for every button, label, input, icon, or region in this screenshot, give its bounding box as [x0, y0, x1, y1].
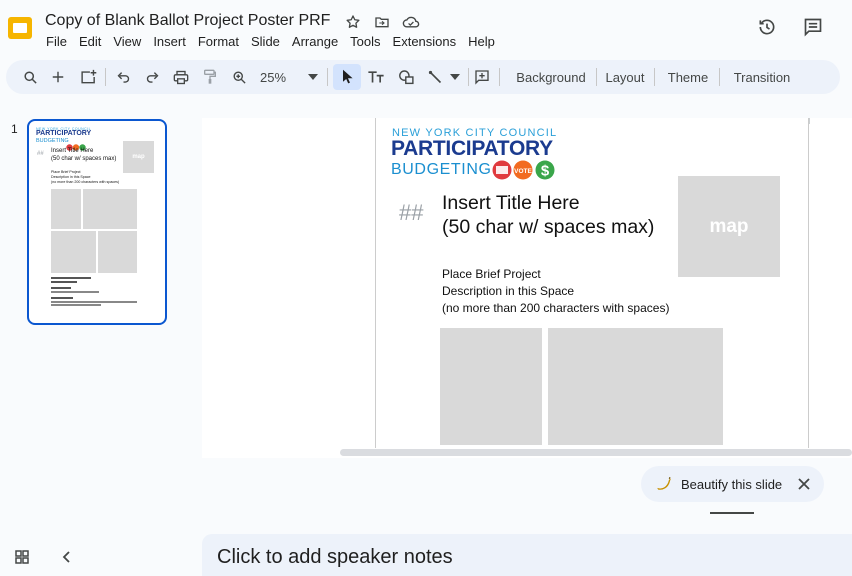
thumb-text-line — [51, 287, 71, 289]
zoom-icon[interactable] — [229, 66, 249, 88]
image-placeholder-2[interactable] — [548, 328, 723, 445]
layout-button[interactable]: Layout — [603, 66, 647, 88]
menu-tools[interactable]: Tools — [344, 34, 386, 50]
menu-extensions[interactable]: Extensions — [387, 34, 463, 50]
menu-arrange[interactable]: Arrange — [286, 34, 344, 50]
thumb-text-line — [51, 281, 77, 283]
transition-button[interactable]: Transition — [730, 66, 794, 88]
slide-number: 1 — [11, 122, 18, 136]
toolbar: 25% Background Layout Theme Transition — [6, 60, 840, 94]
thumb-participatory: PARTICIPATORY — [36, 130, 92, 137]
map-placeholder[interactable]: map — [678, 176, 780, 277]
dollar-badge-text: $ — [541, 163, 550, 180]
thumb-image-4 — [98, 231, 137, 273]
new-slide-icon[interactable] — [48, 66, 68, 88]
menu-view[interactable]: View — [107, 34, 147, 50]
paint-format-icon[interactable] — [200, 66, 220, 88]
budgeting-heading: BUDGETING — [391, 161, 492, 178]
version-history-icon[interactable] — [756, 16, 778, 38]
thumb-map-box: map — [123, 141, 154, 173]
beautify-slide-chip[interactable]: Beautify this slide — [641, 466, 824, 502]
project-title-placeholder[interactable]: Insert Title Here (50 char w/ spaces max… — [442, 191, 654, 239]
menu-help[interactable]: Help — [462, 34, 501, 50]
thumb-badges — [66, 138, 86, 151]
menu-file[interactable]: File — [40, 34, 73, 50]
horizontal-scrollbar[interactable] — [340, 449, 852, 456]
cloud-saved-icon[interactable] — [402, 13, 420, 31]
undo-icon[interactable] — [113, 66, 133, 88]
background-button[interactable]: Background — [512, 66, 590, 88]
menu-bar: File Edit View Insert Format Slide Arran… — [40, 34, 501, 50]
thumb-image-1 — [51, 189, 81, 229]
theme-button[interactable]: Theme — [665, 66, 711, 88]
zoom-level[interactable]: 25% — [260, 66, 290, 88]
slide-thumbnail[interactable]: NEW YORK CITY COUNCIL PARTICIPATORY BUDG… — [27, 119, 167, 325]
google-slides-logo[interactable] — [6, 14, 34, 42]
panel-resize-handle[interactable] — [710, 512, 754, 514]
line-dropdown-icon[interactable] — [449, 66, 461, 88]
thumb-text-line — [51, 291, 99, 293]
print-icon[interactable] — [171, 66, 191, 88]
redo-icon[interactable] — [142, 66, 162, 88]
document-title[interactable]: Copy of Blank Ballot Project Poster PRF — [45, 12, 330, 30]
line-icon[interactable] — [425, 66, 445, 88]
thumb-text-line — [51, 304, 101, 306]
pb-badges: VOTE $ — [492, 160, 556, 180]
close-icon[interactable] — [796, 476, 812, 492]
project-description-placeholder[interactable]: Place Brief Project Description in this … — [442, 266, 669, 317]
move-to-folder-icon[interactable] — [373, 13, 391, 31]
shape-icon[interactable] — [395, 66, 417, 88]
thumb-description: Place Brief Project Description in this … — [51, 170, 120, 184]
thumb-text-line — [51, 301, 137, 303]
banana-icon — [655, 475, 673, 493]
select-tool-icon[interactable] — [333, 64, 361, 90]
star-icon[interactable] — [344, 13, 362, 31]
thumb-budgeting: BUDGETING — [36, 138, 69, 144]
project-number-placeholder[interactable]: ## — [399, 200, 423, 226]
comments-icon[interactable] — [802, 16, 824, 38]
menu-insert[interactable]: Insert — [147, 34, 192, 50]
grid-view-icon[interactable] — [14, 549, 30, 565]
speaker-notes-placeholder[interactable]: Click to add speaker notes — [217, 546, 453, 569]
participatory-heading: PARTICIPATORY — [391, 137, 553, 160]
collapse-filmstrip-icon[interactable] — [59, 549, 75, 565]
menu-format[interactable]: Format — [192, 34, 245, 50]
thumb-hash: ## — [37, 151, 44, 157]
thumb-image-2 — [83, 189, 137, 229]
image-placeholder-1[interactable] — [440, 328, 542, 445]
thumb-image-3 — [51, 231, 96, 273]
menu-edit[interactable]: Edit — [73, 34, 107, 50]
thumb-title: Insert Title Here (50 char w/ spaces max… — [51, 148, 117, 162]
menu-slide[interactable]: Slide — [245, 34, 286, 50]
beautify-label[interactable]: Beautify this slide — [681, 477, 782, 492]
thumb-text-line — [51, 297, 73, 299]
text-box-icon[interactable] — [365, 66, 387, 88]
zoom-dropdown-icon[interactable] — [306, 66, 320, 88]
thumb-text-line — [51, 277, 91, 279]
new-slide-layout-icon[interactable] — [78, 66, 98, 88]
search-menus-icon[interactable] — [20, 66, 40, 88]
vote-badge-text: VOTE — [514, 168, 532, 175]
insert-comment-icon[interactable] — [472, 66, 492, 88]
